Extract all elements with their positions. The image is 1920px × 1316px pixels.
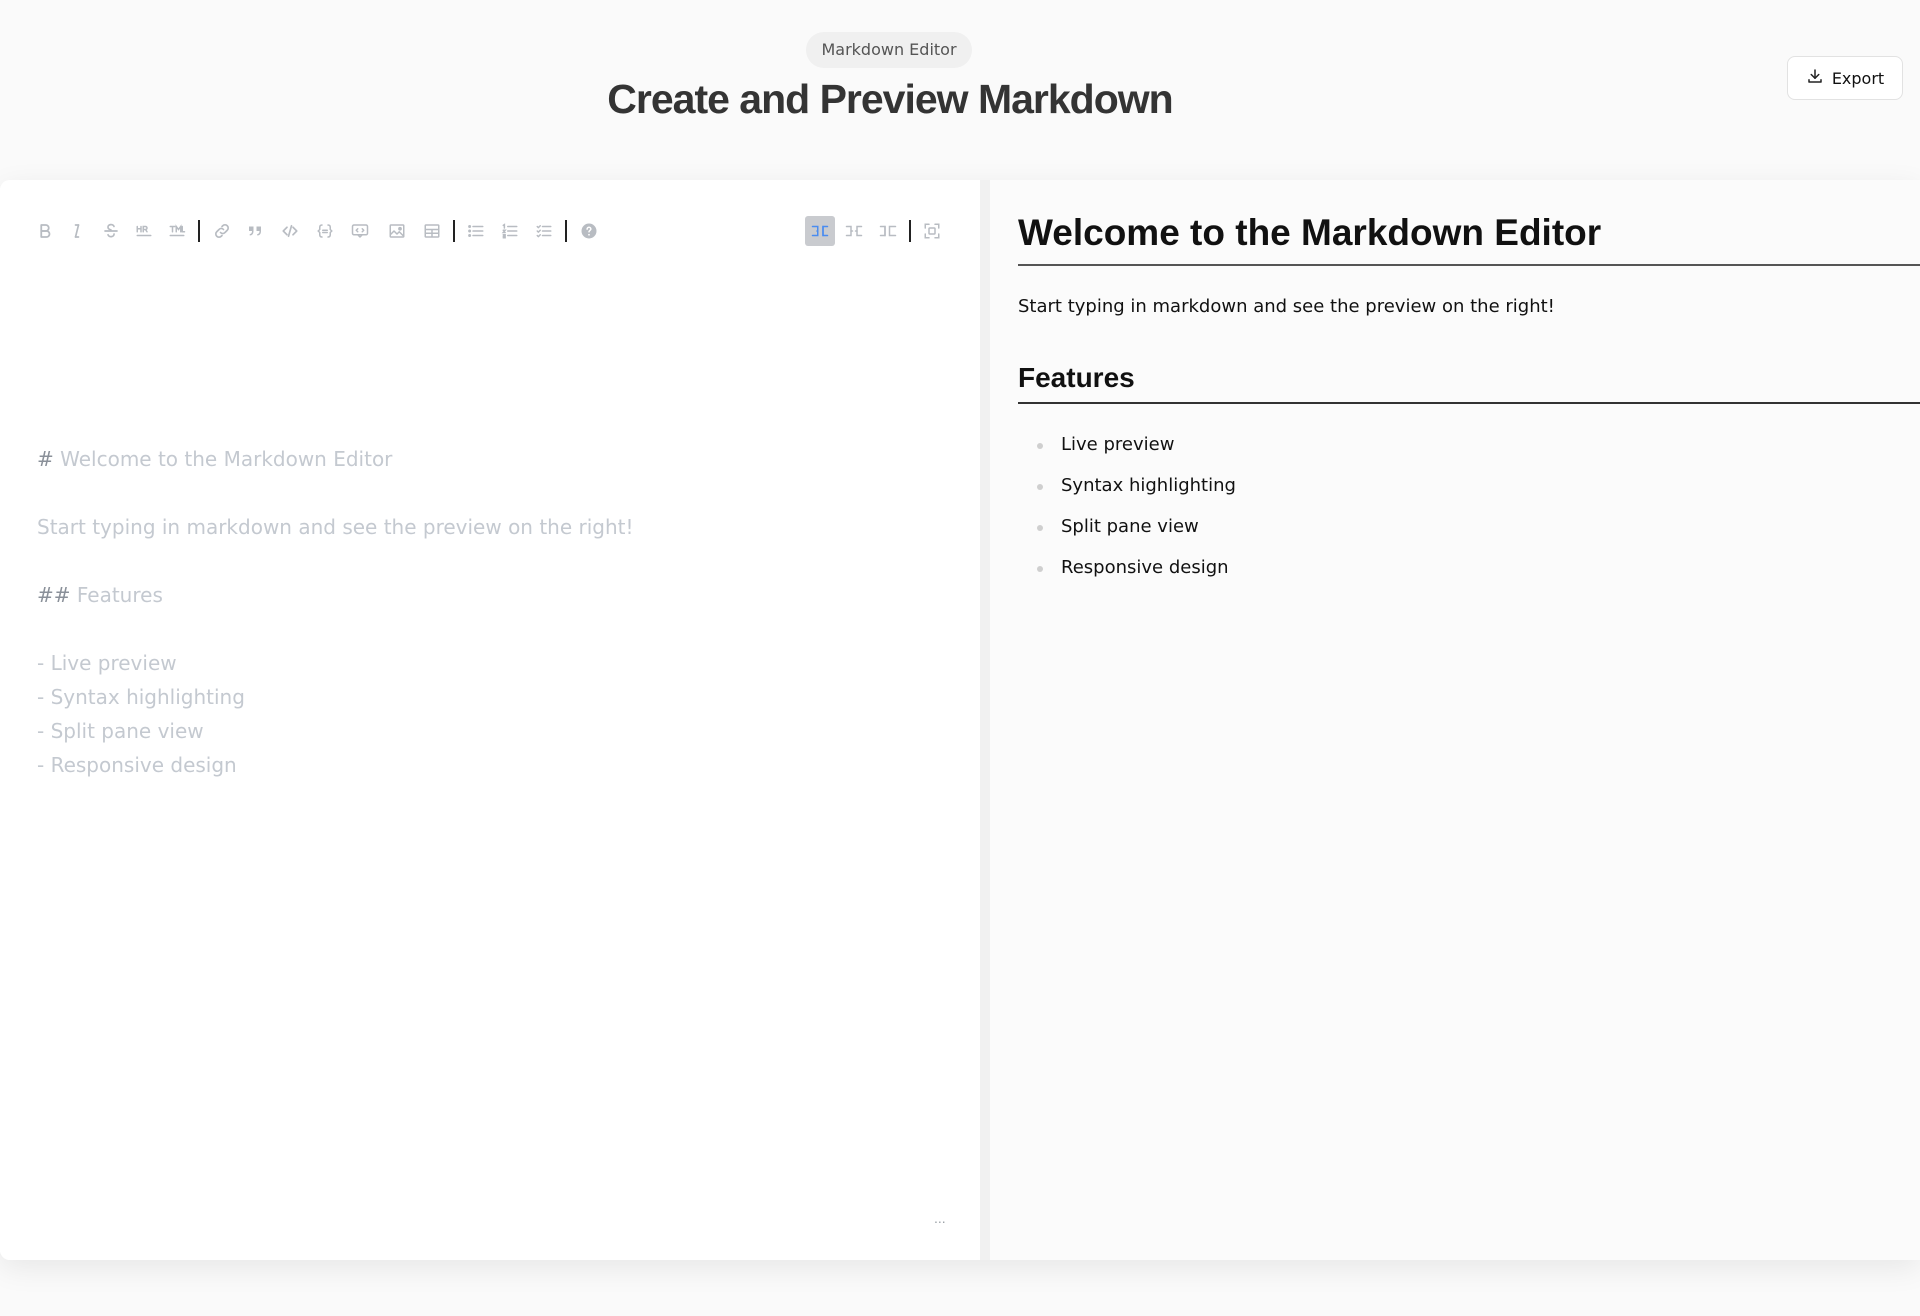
preview-paragraph: Start typing in markdown and see the pre…: [1018, 296, 1555, 317]
editor-pane[interactable]: # Welcome to the Markdown Editor Start t…: [0, 180, 980, 1260]
horizontal-rule-icon[interactable]: [129, 216, 159, 246]
editor-toolbar: [30, 216, 950, 246]
editor-workspace: # Welcome to the Markdown Editor Start t…: [0, 180, 1920, 1260]
page-title: Create and Preview Markdown: [607, 76, 1173, 122]
list-item: Live preview: [1018, 430, 1236, 471]
export-button[interactable]: Export: [1787, 56, 1903, 100]
h2-marker: ##: [37, 583, 71, 607]
quote-icon[interactable]: [240, 216, 270, 246]
help-icon[interactable]: [574, 216, 604, 246]
edit-only-icon[interactable]: [873, 216, 903, 246]
source-heading-line: # Welcome to the Markdown Editor: [37, 442, 937, 476]
list-item: Split pane view: [1018, 512, 1236, 553]
source-paragraph: Start typing in markdown and see the pre…: [37, 515, 634, 539]
inline-code-icon[interactable]: [275, 216, 305, 246]
toolbar-separator: [909, 220, 911, 242]
code-block-icon[interactable]: [310, 216, 340, 246]
page-header: Markdown Editor Create and Preview Markd…: [0, 0, 1920, 180]
preview-only-icon[interactable]: [805, 216, 835, 246]
italic-icon[interactable]: [62, 216, 92, 246]
split-view-icon[interactable]: [839, 216, 869, 246]
preview-subheading: Features: [1018, 362, 1920, 404]
toolbar-separator: [453, 220, 455, 242]
preview-heading: Welcome to the Markdown Editor: [1018, 212, 1920, 266]
list-item: Responsive design: [1018, 553, 1236, 594]
app-badge: Markdown Editor: [806, 32, 972, 68]
h2-text: Features: [70, 583, 163, 607]
strikethrough-icon[interactable]: [96, 216, 126, 246]
source-list-item: - Syntax highlighting: [37, 685, 245, 709]
status-indicator: ...: [934, 1210, 946, 1226]
ordered-list-icon[interactable]: [495, 216, 525, 246]
image-icon[interactable]: [382, 216, 412, 246]
comment-icon[interactable]: [345, 216, 375, 246]
table-icon[interactable]: [417, 216, 447, 246]
preview-list: Live preview Syntax highlighting Split p…: [1018, 430, 1236, 594]
markdown-source[interactable]: # Welcome to the Markdown Editor Start t…: [37, 442, 937, 782]
source-list-item: - Split pane view: [37, 719, 204, 743]
bold-icon[interactable]: [30, 216, 60, 246]
source-list-item: - Live preview: [37, 651, 177, 675]
preview-pane: [990, 180, 1920, 1260]
checklist-icon[interactable]: [529, 216, 559, 246]
title-icon[interactable]: [162, 216, 192, 246]
unordered-list-icon[interactable]: [461, 216, 491, 246]
heading-marker: #: [37, 447, 54, 471]
link-icon[interactable]: [207, 216, 237, 246]
toolbar-separator: [565, 220, 567, 242]
fullscreen-icon[interactable]: [917, 216, 947, 246]
list-item: Syntax highlighting: [1018, 471, 1236, 512]
download-icon: [1806, 67, 1824, 89]
heading-text: Welcome to the Markdown Editor: [53, 447, 393, 471]
source-list-item: - Responsive design: [37, 753, 237, 777]
export-label: Export: [1831, 68, 1885, 88]
source-h2-line: ## Features: [37, 578, 937, 612]
toolbar-separator: [198, 220, 200, 242]
pane-divider[interactable]: [980, 180, 990, 1260]
